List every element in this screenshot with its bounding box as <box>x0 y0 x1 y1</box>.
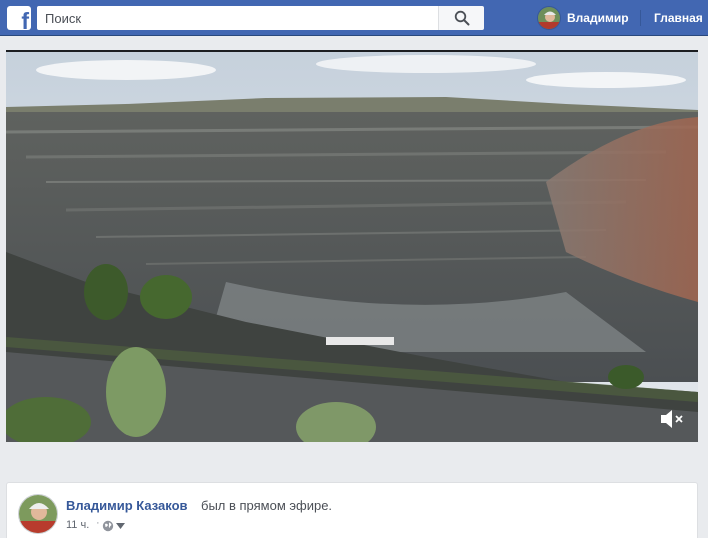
post-meta-separator: · <box>96 517 100 529</box>
search-icon <box>454 10 470 26</box>
post-author-avatar[interactable] <box>18 494 58 534</box>
post-card: Владимир Казаков был в прямом эфире. 11 … <box>6 482 698 538</box>
nav-home-link[interactable]: Главная <box>654 11 703 25</box>
top-navigation-bar: f Владимир Главная <box>0 0 708 36</box>
globe-icon[interactable] <box>102 520 114 532</box>
post-timestamp[interactable]: 11 ч. <box>66 519 89 531</box>
profile-avatar[interactable] <box>537 6 561 30</box>
speaker-muted-icon[interactable] <box>658 407 686 431</box>
search-button[interactable] <box>438 6 484 30</box>
video-frame-image <box>6 52 698 442</box>
nav-profile-link[interactable]: Владимир <box>567 11 629 25</box>
video-player[interactable] <box>6 50 698 442</box>
logo-letter: f <box>21 8 29 31</box>
search-input[interactable] <box>37 6 438 30</box>
post-action-text: был в прямом эфире. <box>201 498 333 513</box>
post-author-name[interactable]: Владимир Казаков <box>66 498 188 513</box>
facebook-logo[interactable]: f <box>7 6 31 30</box>
nav-divider <box>640 10 641 26</box>
caret-down-icon[interactable] <box>116 523 125 529</box>
